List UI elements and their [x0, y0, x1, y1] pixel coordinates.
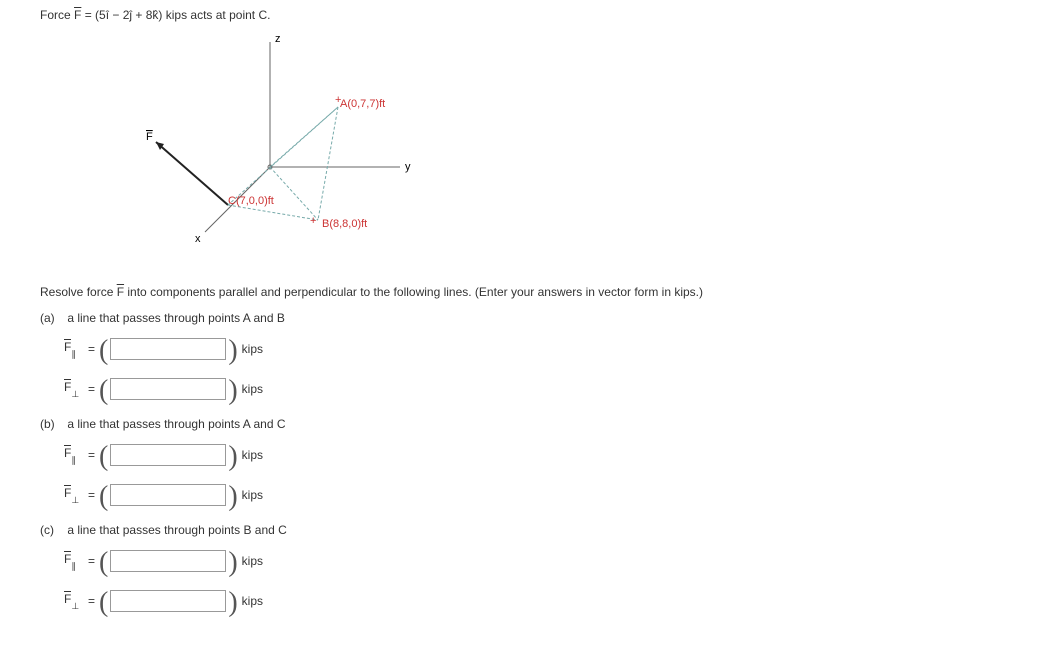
- part-c-label: (c): [40, 523, 64, 537]
- unit: kips: [242, 594, 263, 608]
- part-c-parallel-row: F∥ = ( ) kips: [64, 545, 1051, 577]
- problem-statement: Force F = (5î − 2ĵ + 8k̂) kips acts at p…: [40, 8, 1051, 22]
- f-perp-symbol: F⊥: [64, 380, 84, 397]
- point-b-label: B(8,8,0)ft: [322, 218, 367, 230]
- part-b-label: (b): [40, 417, 64, 431]
- y-axis-label: y: [405, 161, 411, 173]
- svg-text:+: +: [335, 94, 341, 106]
- part-b-desc: a line that passes through points A and …: [67, 417, 285, 431]
- rparen: ): [228, 553, 237, 573]
- rparen: ): [228, 447, 237, 467]
- rparen: ): [228, 341, 237, 361]
- f-parallel-symbol: F∥: [64, 340, 84, 357]
- force-label: F: [146, 131, 153, 143]
- unit: kips: [242, 382, 263, 396]
- unit: kips: [242, 448, 263, 462]
- equals: =: [88, 448, 95, 462]
- equals: =: [88, 594, 95, 608]
- part-a-label: (a): [40, 311, 64, 325]
- point-c-label: C(7,0,0)ft: [228, 195, 274, 207]
- f-parallel-symbol: F∥: [64, 552, 84, 569]
- part-c-parallel-input[interactable]: [110, 550, 226, 572]
- x-axis-label: x: [195, 233, 201, 245]
- instructions: Resolve force F into components parallel…: [40, 285, 1051, 299]
- rparen: ): [228, 593, 237, 613]
- lparen: (: [99, 593, 108, 613]
- force-expression: = (5î − 2ĵ + 8k̂) kips acts at point C.: [81, 8, 270, 22]
- part-c-perp-row: F⊥ = ( ) kips: [64, 585, 1051, 617]
- instructions-prefix: Resolve force: [40, 285, 117, 299]
- unit: kips: [242, 554, 263, 568]
- lparen: (: [99, 447, 108, 467]
- f-perp-symbol: F⊥: [64, 592, 84, 609]
- part-c: (c) a line that passes through points B …: [40, 523, 1051, 617]
- diagram: z y x F A(0,7,7)ft + + B(8,8,0)ft C(7,0,…: [100, 32, 1051, 265]
- equals: =: [88, 554, 95, 568]
- diagram-svg: z y x F A(0,7,7)ft + + B(8,8,0)ft C(7,0,…: [100, 32, 440, 262]
- part-b-parallel-row: F∥ = ( ) kips: [64, 439, 1051, 471]
- part-a-perp-input[interactable]: [110, 378, 226, 400]
- part-c-desc: a line that passes through points B and …: [67, 523, 286, 537]
- unit: kips: [242, 488, 263, 502]
- svg-text:+: +: [310, 215, 316, 227]
- part-b-perp-input[interactable]: [110, 484, 226, 506]
- f-perp-symbol: F⊥: [64, 486, 84, 503]
- equals: =: [88, 382, 95, 396]
- point-a-label: A(0,7,7)ft: [340, 98, 385, 110]
- part-a-desc: a line that passes through points A and …: [67, 311, 285, 325]
- part-b: (b) a line that passes through points A …: [40, 417, 1051, 511]
- rparen: ): [228, 487, 237, 507]
- instructions-suffix: into components parallel and perpendicul…: [124, 285, 703, 299]
- lparen: (: [99, 341, 108, 361]
- lparen: (: [99, 487, 108, 507]
- lparen: (: [99, 553, 108, 573]
- part-a-parallel-input[interactable]: [110, 338, 226, 360]
- rparen: ): [228, 381, 237, 401]
- f-parallel-symbol: F∥: [64, 446, 84, 463]
- part-b-perp-row: F⊥ = ( ) kips: [64, 479, 1051, 511]
- equals: =: [88, 342, 95, 356]
- problem-prefix: Force: [40, 8, 74, 22]
- z-axis-label: z: [275, 33, 281, 45]
- lparen: (: [99, 381, 108, 401]
- part-c-perp-input[interactable]: [110, 590, 226, 612]
- part-a: (a) a line that passes through points A …: [40, 311, 1051, 405]
- part-a-perp-row: F⊥ = ( ) kips: [64, 373, 1051, 405]
- instructions-force: F: [117, 285, 124, 299]
- equals: =: [88, 488, 95, 502]
- part-a-parallel-row: F∥ = ( ) kips: [64, 333, 1051, 365]
- part-b-parallel-input[interactable]: [110, 444, 226, 466]
- unit: kips: [242, 342, 263, 356]
